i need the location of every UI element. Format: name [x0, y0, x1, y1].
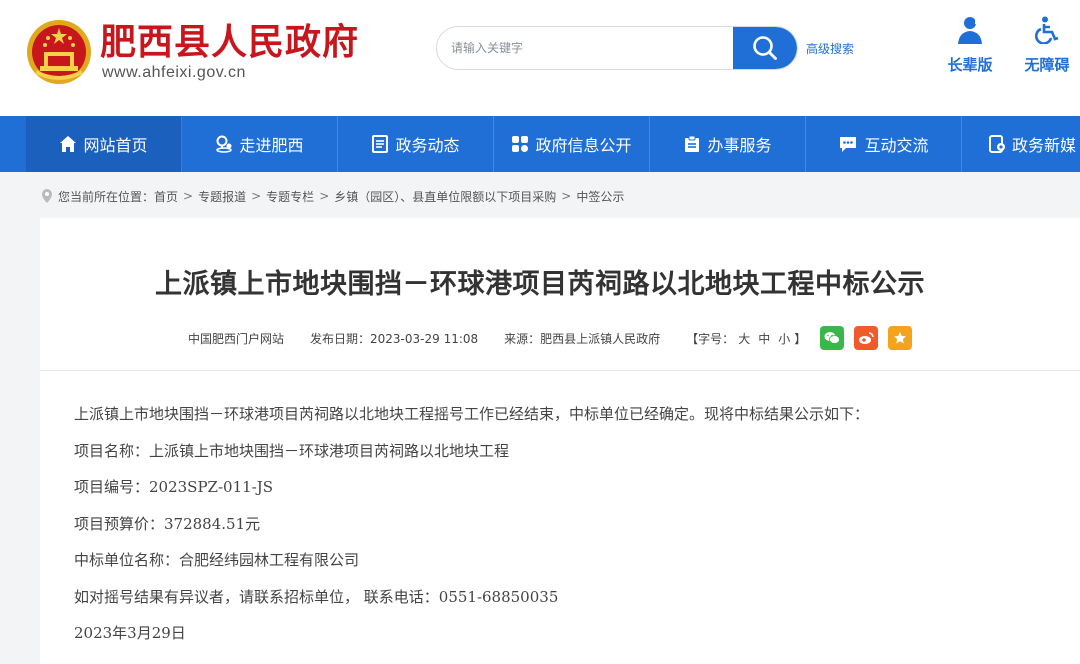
- location-pin-icon: [42, 189, 52, 203]
- share-wechat-button[interactable]: [820, 326, 845, 350]
- nav-item-info-open[interactable]: 政府信息公开: [494, 116, 650, 172]
- search-button[interactable]: [733, 27, 797, 69]
- national-emblem-icon[interactable]: [26, 18, 92, 86]
- nav-item-home[interactable]: 网站首页: [26, 116, 182, 172]
- nav-item-label: 办事服务: [707, 136, 772, 155]
- breadcrumb-special-columns[interactable]: 专题专栏: [266, 188, 314, 205]
- font-size-control: 【字号：大中小】: [686, 330, 806, 347]
- article-paragraph: 2023年3月29日: [74, 624, 186, 642]
- article-meta: 中国肥西门户网站 发布日期：2023-03-29 11:08 来源：肥西县上派镇…: [188, 324, 922, 352]
- article-paragraph: 项目编号：2023SPZ-011-JS: [74, 478, 274, 496]
- nav-item-label: 政府信息公开: [535, 136, 632, 155]
- nav-item-label: 网站首页: [83, 136, 148, 155]
- article-paragraph: 项目名称：上派镇上市地块围挡－环球港项目芮祠路以北地块工程: [74, 441, 510, 460]
- breadcrumb-lottery-result[interactable]: 中签公示: [576, 188, 624, 205]
- elder-mode-label: 长辈版: [947, 56, 993, 74]
- wheelchair-icon: [1034, 16, 1059, 45]
- article-paragraph: 上派镇上市地块围挡－环球港项目芮祠路以北地块工程摇号工作已经结束，中标单位已经确…: [74, 405, 870, 423]
- advanced-search-link[interactable]: 高级搜索: [806, 40, 854, 57]
- breadcrumb-separator: >: [251, 189, 262, 203]
- wechat-icon: [824, 332, 841, 344]
- article-container: 上派镇上市地块围挡－环球港项目芮祠路以北地块工程中标公示 中国肥西门户网站 发布…: [40, 218, 1080, 664]
- nav-item-about[interactable]: 走进肥西: [182, 116, 338, 172]
- nav-item-interaction[interactable]: 互动交流: [806, 116, 962, 172]
- font-size-small[interactable]: 小: [778, 332, 790, 346]
- nav-item-label: 政务新媒: [1012, 136, 1077, 155]
- breadcrumb-special-reports[interactable]: 专题报道: [198, 188, 246, 205]
- elder-mode-button[interactable]: 长辈版: [940, 16, 1000, 75]
- article-source: 来源：肥西县上派镇人民政府: [504, 331, 661, 346]
- site-domain: www.ahfeixi.gov.cn: [102, 64, 246, 81]
- favorite-icon: [894, 332, 907, 344]
- weibo-icon: [859, 332, 875, 344]
- search-icon: [753, 36, 777, 60]
- font-size-end: 】: [794, 331, 807, 346]
- nav-item-service[interactable]: 办事服务: [650, 116, 806, 172]
- breadcrumb-separator: >: [561, 189, 572, 203]
- breadcrumb-procurement[interactable]: 乡镇（园区）、县直单位限额以下项目采购: [334, 188, 556, 205]
- search-box: [436, 26, 798, 70]
- breadcrumb-separator: >: [183, 189, 194, 203]
- article-title: 上派镇上市地块围挡－环球港项目芮祠路以北地块工程中标公示: [155, 269, 925, 300]
- news-icon: [372, 135, 389, 153]
- meta-divider: [40, 370, 1080, 371]
- article-body: 上派镇上市地块围挡－环球港项目芮祠路以北地块工程摇号工作已经结束，中标单位已经确…: [74, 396, 1034, 652]
- share-favorite-button[interactable]: [888, 326, 913, 350]
- article-date: 发布日期：2023-03-29 11:08: [310, 331, 479, 346]
- nav-item-label: 政务动态: [395, 136, 460, 155]
- home-icon: [60, 136, 77, 152]
- breadcrumb-home[interactable]: 首页: [154, 188, 178, 205]
- elder-icon: [958, 17, 982, 44]
- info-open-icon: [512, 136, 529, 152]
- breadcrumb: 您当前所在位置： 首页 > 专题报道 > 专题专栏 > 乡镇（园区）、县直单位限…: [40, 182, 624, 210]
- site-name[interactable]: 肥西县人民政府: [100, 20, 359, 64]
- nav-item-label: 互动交流: [864, 136, 929, 155]
- accessibility-button[interactable]: 无障碍: [1017, 16, 1077, 75]
- nav-item-news[interactable]: 政务动态: [338, 116, 494, 172]
- article-paragraph: 中标单位名称：合肥经纬园林工程有限公司: [74, 551, 360, 569]
- nav-item-label: 走进肥西: [239, 136, 304, 155]
- new-media-icon: [989, 135, 1005, 153]
- service-icon: [685, 135, 700, 152]
- font-size-label: 【字号：: [686, 331, 735, 346]
- article-paragraph: 项目预算价：372884.51元: [74, 514, 261, 533]
- location-icon: [216, 135, 233, 153]
- nav-item-new-media[interactable]: 政务新媒: [962, 116, 1080, 172]
- main-nav: 网站首页 走进肥西 政务动态 政府信息公开 办事服务 互动交流 政务新媒: [0, 116, 1080, 172]
- article-site: 中国肥西门户网站: [188, 331, 285, 346]
- font-size-large[interactable]: 大: [738, 332, 750, 346]
- article-paragraph: 如对摇号结果有异议者，请联系招标单位， 联系电话：0551-68850035: [74, 587, 559, 606]
- search-input[interactable]: [437, 27, 735, 69]
- breadcrumb-prefix: 您当前所在位置：: [58, 189, 155, 204]
- font-size-medium[interactable]: 中: [758, 332, 770, 346]
- accessibility-label: 无障碍: [1024, 56, 1070, 74]
- breadcrumb-separator: >: [319, 189, 330, 203]
- site-header: 肥西县人民政府 www.ahfeixi.gov.cn 高级搜索 长辈版 无障碍: [0, 0, 1080, 116]
- share-weibo-button[interactable]: [854, 326, 879, 350]
- chat-icon: [840, 137, 857, 152]
